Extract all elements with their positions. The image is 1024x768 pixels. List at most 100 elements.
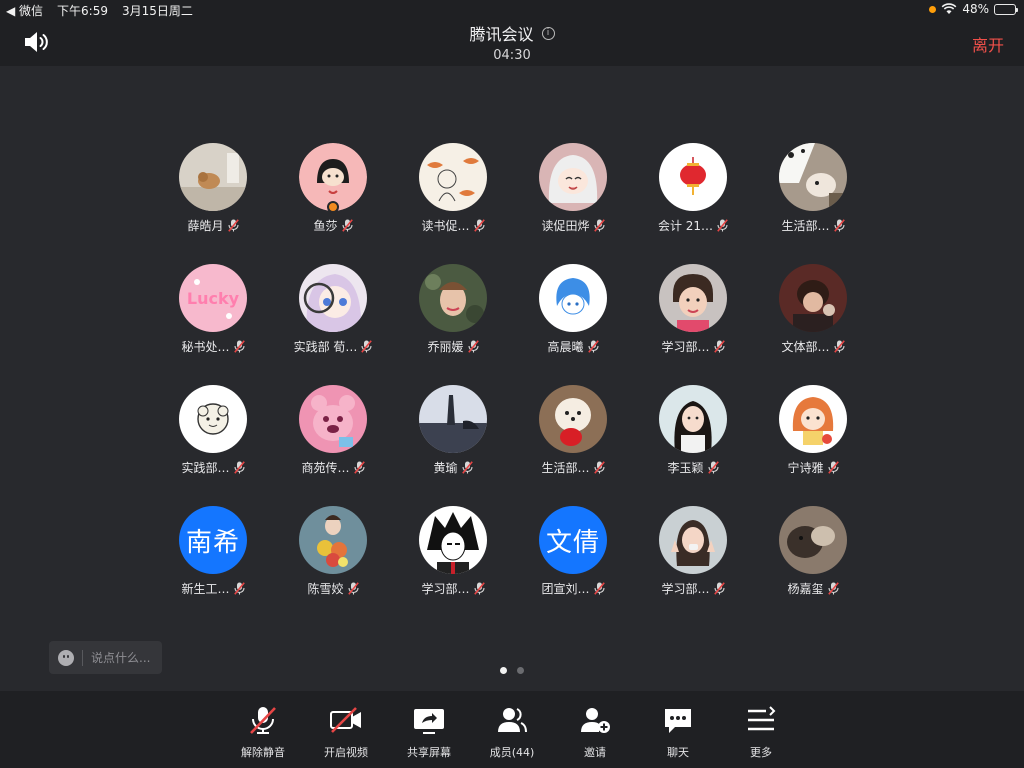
participant-tile[interactable]: 会计 21… xyxy=(633,143,753,264)
participant-name-row: 学习部… xyxy=(421,580,485,597)
participant-name: 实践部 荀… xyxy=(293,340,358,354)
chat-divider xyxy=(82,649,83,666)
mic-muted-icon xyxy=(361,340,373,353)
mic-muted-icon xyxy=(833,340,845,353)
participant-avatar: 文倩 xyxy=(539,506,607,574)
svg-text:Lucky: Lucky xyxy=(187,289,240,308)
participant-name-row: 会计 21… xyxy=(658,217,728,234)
mic-muted-icon xyxy=(233,582,245,595)
members-button[interactable]: 成员(44) xyxy=(472,691,553,768)
battery-percent: 48% xyxy=(962,2,989,16)
participant-name: 读促田烨 xyxy=(541,219,590,233)
participant-tile[interactable]: 高晨曦 xyxy=(513,264,633,385)
participant-tile[interactable]: Lucky 秘书处… xyxy=(153,264,273,385)
participant-tile[interactable]: 黄瑜 xyxy=(393,385,513,506)
participant-tile[interactable]: 商苑传… xyxy=(273,385,393,506)
participant-tile[interactable]: 读促田烨 xyxy=(513,143,633,264)
participant-name: 乔丽媛 xyxy=(427,340,464,354)
participant-tile[interactable]: 薛皓月 xyxy=(153,143,273,264)
toolbar-label: 成员(44) xyxy=(489,746,535,759)
participant-tile[interactable]: 宁诗雅 xyxy=(753,385,873,506)
emoji-icon[interactable] xyxy=(58,649,74,666)
participant-avatar xyxy=(419,506,487,574)
toolbar-label: 更多 xyxy=(750,746,772,759)
participant-tile[interactable]: 文体部… xyxy=(753,264,873,385)
mic-muted-icon xyxy=(593,582,605,595)
chat-icon xyxy=(665,709,691,733)
participant-avatar xyxy=(659,385,727,453)
status-bar: ◀ 微信 下午6:59 3月15日周二 48% xyxy=(0,0,1024,20)
participant-avatar xyxy=(779,264,847,332)
status-date: 3月15日周二 xyxy=(122,4,193,18)
participant-tile[interactable]: 学习部… xyxy=(633,264,753,385)
participant-name-row: 学习部… xyxy=(661,338,725,355)
participant-avatar xyxy=(659,506,727,574)
more-button[interactable]: 更多 xyxy=(721,691,802,768)
participant-name-row: 读促田烨 xyxy=(541,217,605,234)
mic-muted-icon xyxy=(250,707,276,734)
participant-name: 会计 21… xyxy=(657,219,714,233)
participant-avatar xyxy=(659,264,727,332)
participant-tile[interactable]: 学习部… xyxy=(393,506,513,627)
meeting-header: 腾讯会议 i 04:30 离开 xyxy=(0,20,1024,66)
chat-input[interactable]: 说点什么... xyxy=(49,641,162,674)
participant-name-row: 团宣刘… xyxy=(541,580,605,597)
invite-button[interactable]: 邀请 xyxy=(555,691,636,768)
mic-muted-icon xyxy=(713,340,725,353)
host-badge-icon xyxy=(327,201,339,213)
participant-tile[interactable]: 文倩团宣刘… xyxy=(513,506,633,627)
participant-avatar xyxy=(179,143,247,211)
participant-tile[interactable]: 陈雪姣 xyxy=(273,506,393,627)
participant-avatar xyxy=(299,264,367,332)
participant-tile[interactable]: 乔丽媛 xyxy=(393,264,513,385)
video-off-icon xyxy=(330,707,361,733)
participant-name: 学习部… xyxy=(661,340,710,354)
toolbar-label: 聊天 xyxy=(667,746,689,759)
participant-avatar xyxy=(299,506,367,574)
participant-avatar: Lucky xyxy=(179,264,247,332)
participant-tile[interactable]: 实践部 荀… xyxy=(273,264,393,385)
mic-muted-icon xyxy=(707,461,719,474)
participant-tile[interactable]: 南希 新生工… xyxy=(153,506,273,627)
participant-name: 学习部… xyxy=(661,582,710,596)
mic-muted-icon xyxy=(341,219,353,232)
participant-name: 新生工… xyxy=(181,582,230,596)
mic-muted-icon xyxy=(827,461,839,474)
participant-tile[interactable]: 生活部… xyxy=(753,143,873,264)
participant-tile[interactable]: 读书促… xyxy=(393,143,513,264)
participant-tile[interactable]: 实践部… xyxy=(153,385,273,506)
participant-name: 杨嘉玺 xyxy=(787,582,824,596)
battery-icon xyxy=(994,3,1018,15)
toolbar-label: 开启视频 xyxy=(324,746,368,759)
page-dot[interactable] xyxy=(517,667,524,674)
participant-tile[interactable]: 李玉颖 xyxy=(633,385,753,506)
page-dot[interactable] xyxy=(500,667,507,674)
mic-muted-button[interactable]: 解除静音 xyxy=(223,691,304,768)
participant-name: 学习部… xyxy=(421,582,470,596)
video-off-button[interactable]: 开启视频 xyxy=(306,691,387,768)
participant-grid: 薛皓月 鱼莎 读书促… 读促田烨 会计 21… 生活部… Lucky 秘书处… xyxy=(153,143,873,627)
more-icon xyxy=(748,706,776,731)
participant-tile[interactable]: 学习部… xyxy=(633,506,753,627)
participant-tile[interactable]: 生活部… xyxy=(513,385,633,506)
page-indicator[interactable] xyxy=(500,667,524,674)
participant-tile[interactable]: 杨嘉玺 xyxy=(753,506,873,627)
share-screen-button[interactable]: 共享屏幕 xyxy=(389,691,470,768)
participant-name: 生活部… xyxy=(781,219,830,233)
participant-name: 实践部… xyxy=(181,461,230,475)
participant-name: 商苑传… xyxy=(301,461,350,475)
info-icon[interactable]: i xyxy=(541,26,555,40)
participant-name-row: 秘书处… xyxy=(181,338,245,355)
participant-avatar xyxy=(419,143,487,211)
chat-button[interactable]: 聊天 xyxy=(638,691,719,768)
participant-avatar xyxy=(299,143,367,213)
participant-avatar xyxy=(419,385,487,453)
participant-avatar xyxy=(779,143,847,211)
back-to-app-link[interactable]: ◀ 微信 xyxy=(6,2,43,19)
members-icon xyxy=(498,708,527,733)
mic-muted-icon xyxy=(473,582,485,595)
participant-tile[interactable]: 鱼莎 xyxy=(273,143,393,264)
leave-button[interactable]: 离开 xyxy=(972,32,1004,56)
mic-muted-icon xyxy=(353,461,365,474)
toolbar-label: 共享屏幕 xyxy=(407,746,451,759)
